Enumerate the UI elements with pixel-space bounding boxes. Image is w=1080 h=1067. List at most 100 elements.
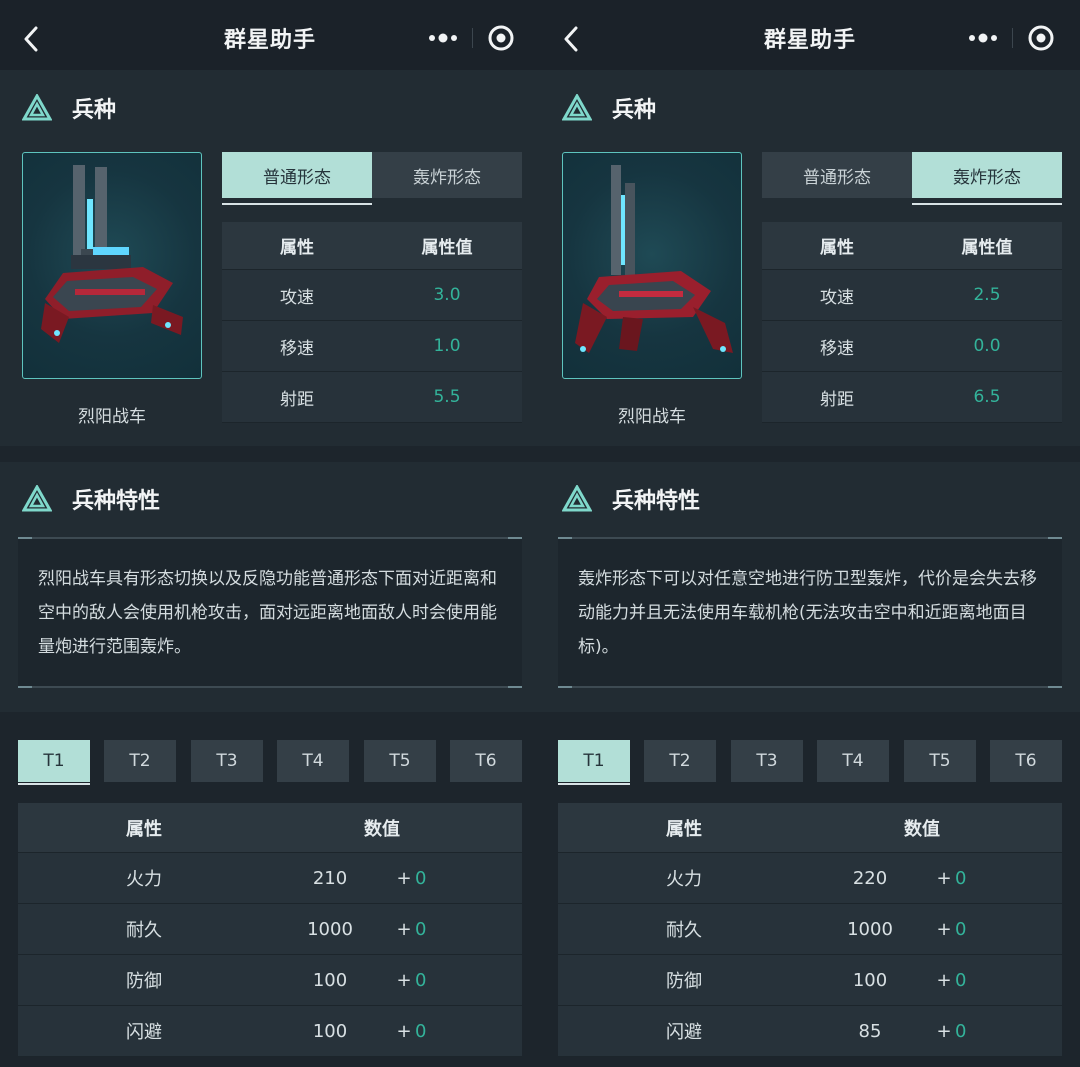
mini-program-capsule [414, 16, 526, 60]
table-header: 属性 属性值 [222, 222, 522, 270]
tab-tier-6[interactable]: T6 [450, 740, 522, 782]
stat-name: 耐久 [666, 920, 702, 941]
stat-bonus: 0 [955, 969, 967, 991]
stat-name: 火力 [666, 869, 702, 890]
mode-attr-table: 属性 属性值 攻速 2.5 移速 0.0 射距 6.5 [762, 222, 1062, 423]
corner-cap [18, 686, 32, 688]
tank-bombard-image [575, 165, 733, 353]
corner-cap [1048, 686, 1062, 688]
tab-tier-1[interactable]: T1 [558, 740, 630, 782]
tab-tier-2[interactable]: T2 [104, 740, 176, 782]
triangle-logo-icon [22, 94, 52, 121]
stat-value: 100 [312, 969, 348, 991]
plus-sign: + [936, 918, 952, 940]
table-row: 射距 6.5 [762, 372, 1062, 423]
header-value: 数值 [364, 818, 400, 840]
tab-tier-3[interactable]: T3 [191, 740, 263, 782]
table-header: 属性 数值 [18, 803, 522, 853]
attr-value: 0.0 [973, 336, 1001, 356]
stat-name: 闪避 [126, 1022, 162, 1043]
mini-program-capsule [954, 16, 1066, 60]
tab-bombard-mode[interactable]: 轰炸形态 [912, 152, 1062, 198]
close-target-icon[interactable] [1028, 25, 1054, 51]
plus-sign: + [936, 969, 952, 991]
table-row: 耐久 1000 + 0 [558, 904, 1062, 955]
stat-value: 100 [312, 1020, 348, 1042]
stat-value: 1000 [847, 918, 893, 940]
trait-description-box: 轰炸形态下可以对任意空地进行防卫型轰炸，代价是会失去移动能力并且无法使用车载机枪… [558, 537, 1062, 688]
tier-tabs: T1 T2 T3 T4 T5 T6 [18, 740, 522, 786]
header-attr: 属性 [666, 818, 702, 840]
trait-description: 烈阳战车具有形态切换以及反隐功能普通形态下面对近距离和空中的敌人会使用机枪攻击，… [38, 569, 497, 657]
top-bar: 群星助手 [540, 0, 1080, 70]
stat-name: 闪避 [666, 1022, 702, 1043]
screen-normal-mode: 群星助手 兵种 烈阳战车 普通形态 轰炸形态 属性 属性值 攻速 3.0 移速 … [0, 0, 540, 1067]
table-row: 攻速 3.0 [222, 270, 522, 321]
table-row: 闪避 100 + 0 [18, 1006, 522, 1057]
section-title-unit: 兵种 [72, 98, 117, 123]
unit-portrait[interactable] [562, 152, 742, 379]
attr-name: 射距 [820, 389, 854, 410]
tier-stats-table: 属性 数值 火力 210 + 0 耐久 1000 + 0 防御 100 + 0 … [18, 803, 522, 1057]
header-attr-value: 属性值 [421, 238, 473, 258]
capsule-divider [472, 28, 473, 48]
plus-sign: + [936, 867, 952, 889]
stat-value: 220 [852, 867, 888, 889]
plus-sign: + [936, 1020, 952, 1042]
mode-attr-table: 属性 属性值 攻速 3.0 移速 1.0 射距 5.5 [222, 222, 522, 423]
stat-bonus: 0 [415, 1020, 427, 1042]
stat-name: 火力 [126, 869, 162, 890]
active-tier-underline [558, 783, 630, 785]
tab-tier-2[interactable]: T2 [644, 740, 716, 782]
more-dots-icon[interactable] [968, 30, 998, 46]
tab-bombard-mode[interactable]: 轰炸形态 [372, 152, 522, 198]
section-title-traits: 兵种特性 [72, 489, 161, 514]
tab-tier-4[interactable]: T4 [817, 740, 889, 782]
tab-tier-6[interactable]: T6 [990, 740, 1062, 782]
corner-cap [18, 537, 32, 539]
tab-tier-5[interactable]: T5 [904, 740, 976, 782]
active-tab-underline [222, 203, 372, 205]
tier-tabs: T1 T2 T3 T4 T5 T6 [558, 740, 1062, 786]
stat-bonus: 0 [415, 867, 427, 889]
close-target-icon[interactable] [488, 25, 514, 51]
table-row: 射距 5.5 [222, 372, 522, 423]
mode-tabs: 普通形态 轰炸形态 [762, 152, 1062, 206]
header-attr: 属性 [280, 238, 314, 258]
tab-tier-4[interactable]: T4 [277, 740, 349, 782]
attr-value: 3.0 [433, 285, 461, 305]
table-row: 闪避 85 + 0 [558, 1006, 1062, 1057]
table-header: 属性 数值 [558, 803, 1062, 853]
tab-tier-3[interactable]: T3 [731, 740, 803, 782]
corner-cap [558, 686, 572, 688]
unit-portrait[interactable] [22, 152, 202, 379]
tab-tier-1[interactable]: T1 [18, 740, 90, 782]
plus-sign: + [396, 1020, 412, 1042]
traits-section-header: 兵种特性 [22, 483, 160, 515]
attr-value: 1.0 [433, 336, 461, 356]
attr-name: 移速 [820, 338, 854, 359]
corner-cap [558, 537, 572, 539]
tab-normal-mode[interactable]: 普通形态 [222, 152, 372, 198]
stat-bonus: 0 [955, 867, 967, 889]
header-attr: 属性 [820, 238, 854, 258]
table-row: 火力 210 + 0 [18, 853, 522, 904]
unit-section-header: 兵种 [562, 92, 656, 124]
active-tab-underline [912, 203, 1062, 205]
stat-bonus: 0 [955, 918, 967, 940]
attr-value: 5.5 [433, 387, 461, 407]
top-bar: 群星助手 [0, 0, 540, 70]
plus-sign: + [396, 867, 412, 889]
section-title-traits: 兵种特性 [612, 489, 701, 514]
triangle-logo-icon [562, 485, 592, 512]
attr-name: 射距 [280, 389, 314, 410]
traits-section-header: 兵种特性 [562, 483, 700, 515]
top-border [18, 537, 522, 539]
tab-tier-5[interactable]: T5 [364, 740, 436, 782]
header-attr: 属性 [126, 818, 162, 840]
attr-value: 6.5 [973, 387, 1001, 407]
more-dots-icon[interactable] [428, 30, 458, 46]
plus-sign: + [396, 918, 412, 940]
table-row: 移速 1.0 [222, 321, 522, 372]
tab-normal-mode[interactable]: 普通形态 [762, 152, 912, 198]
